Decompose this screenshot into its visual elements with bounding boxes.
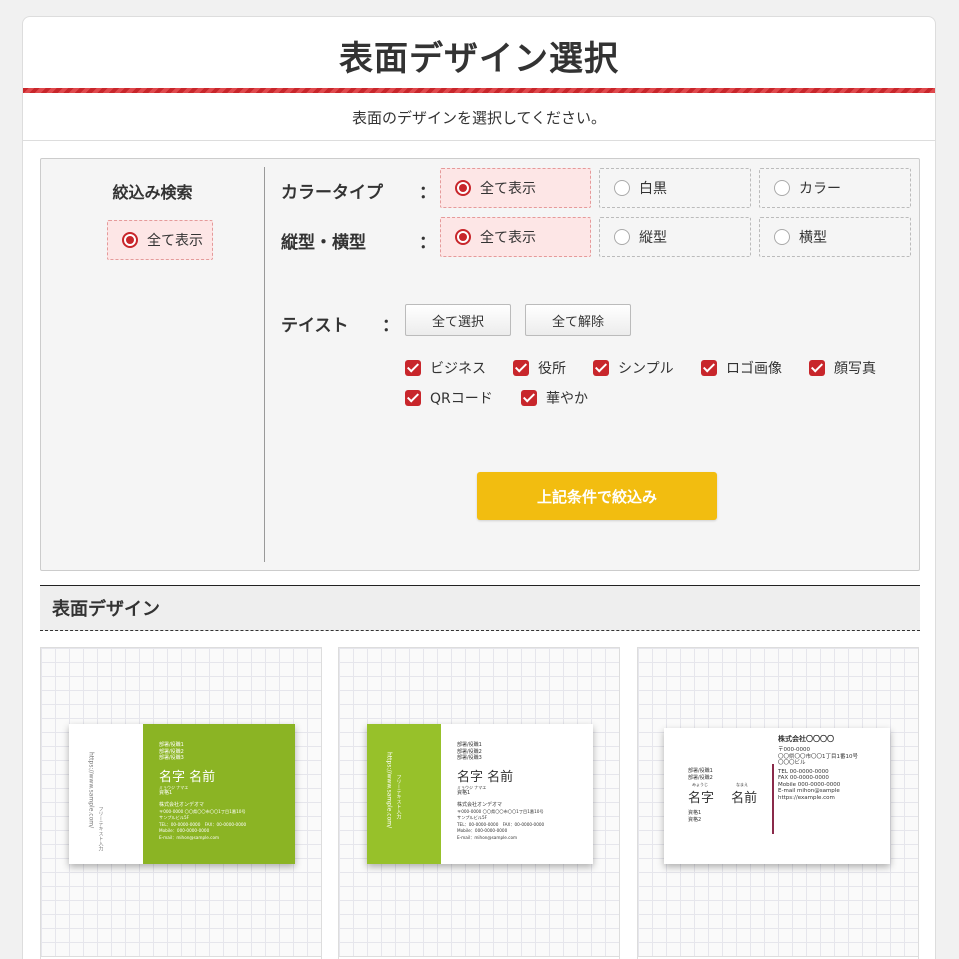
title-underline xyxy=(23,88,935,93)
card-name: 名字 名前 xyxy=(159,769,216,785)
color-type-mono-radio[interactable]: 白黒 xyxy=(599,168,751,208)
radio-unchecked-icon xyxy=(774,229,790,245)
radio-unchecked-icon xyxy=(614,180,630,196)
card-name-sei: 名字 xyxy=(688,791,715,806)
radio-checked-icon xyxy=(455,229,471,245)
card-free-text: フリーテキスト入力 xyxy=(97,806,104,851)
design-select-panel: 表面デザイン選択 表面のデザインを選択してください。 絞込み検索 全て表示 カラ… xyxy=(22,16,936,959)
card-name-mei: 名前 xyxy=(731,791,758,806)
orientation-horizontal-radio[interactable]: 横型 xyxy=(759,217,911,257)
taste-checkbox-logo-image[interactable]: ロゴ画像 xyxy=(701,358,782,378)
taste-checkbox-business[interactable]: ビジネス xyxy=(405,358,486,378)
design-tile-2[interactable]: https://www.sample.com/ フリーテキスト入力 部署/役職1… xyxy=(338,647,620,959)
checkbox-checked-icon xyxy=(593,360,609,376)
taste-label: テイスト xyxy=(281,316,349,336)
orientation-all-radio[interactable]: 全て表示 xyxy=(440,217,591,257)
filter-panel: 絞込み検索 全て表示 カラータイプ ： 全て表示 白黒 カラー 縦型・横型 ： … xyxy=(40,158,920,571)
taste-checkbox-label: ビジネス xyxy=(430,361,486,377)
card-qualification: 資格1 xyxy=(159,789,173,796)
color-type-all-label: 全て表示 xyxy=(480,181,536,197)
color-type-all-radio[interactable]: 全て表示 xyxy=(440,168,591,208)
card-green-panel: 部署/役職1 部署/役職2 部署/役職3 名字 名前 ミョウジ ナマエ 資格1 … xyxy=(143,724,295,864)
taste-checkbox-label: 役所 xyxy=(538,361,566,377)
taste-checkbox-label: QRコード xyxy=(430,391,493,407)
card-url: https://www.sample.com/ xyxy=(385,752,393,829)
checkbox-checked-icon xyxy=(513,360,529,376)
section-heading: 表面デザイン xyxy=(40,585,920,631)
orientation-all-label: 全て表示 xyxy=(480,230,536,246)
orientation-label: 縦型・横型 xyxy=(281,233,366,253)
color-type-label: カラータイプ xyxy=(281,183,383,203)
filter-heading: 絞込み検索 xyxy=(112,183,193,202)
card-title-line: 部署/役職2 xyxy=(688,774,713,781)
taste-checkbox-face-photo[interactable]: 顔写真 xyxy=(809,358,876,378)
orientation-vertical-label: 縦型 xyxy=(639,230,667,246)
business-card-preview: https://www.sample.com/ フリーテキスト入力 部署/役職1… xyxy=(367,724,593,864)
color-type-color-label: カラー xyxy=(799,181,841,197)
taste-checkbox-label: ロゴ画像 xyxy=(726,361,782,377)
taste-checkbox-label: 顔写真 xyxy=(834,361,876,377)
filter-left-column: 絞込み検索 全て表示 xyxy=(41,159,264,570)
filter-show-all-radio[interactable]: 全て表示 xyxy=(107,220,213,260)
page-subtitle: 表面のデザインを選択してください。 xyxy=(351,109,607,127)
filter-divider xyxy=(264,167,265,562)
taste-checkbox-qr-code[interactable]: QRコード xyxy=(405,388,493,408)
taste-checkbox-label: 華やか xyxy=(546,391,588,407)
radio-checked-icon xyxy=(122,232,138,248)
radio-unchecked-icon xyxy=(774,180,790,196)
subtitle-divider xyxy=(23,140,935,141)
taste-checkbox-label: シンプル xyxy=(618,361,674,377)
card-info-line: E-mail：mihon@sample.com xyxy=(159,834,220,840)
card-info-line: 〇〇〇ビル xyxy=(778,760,806,766)
business-card-preview: https://www.sample.com/ フリーテキスト入力 部署/役職1… xyxy=(69,724,295,864)
taste-checkbox-simple[interactable]: シンプル xyxy=(593,358,674,378)
orientation-colon: ： xyxy=(419,233,436,253)
select-all-button[interactable]: 全て選択 xyxy=(405,304,511,336)
apply-filter-button[interactable]: 上記条件で絞込み xyxy=(477,472,717,520)
page-title: 表面デザイン選択 xyxy=(339,39,619,79)
radio-unchecked-icon xyxy=(614,229,630,245)
card-free-text: フリーテキスト入力 xyxy=(395,774,402,819)
checkbox-checked-icon xyxy=(405,360,421,376)
card-title-line: 部署/役職3 xyxy=(159,755,184,761)
color-type-color-radio[interactable]: カラー xyxy=(759,168,911,208)
card-info-line: https://example.com xyxy=(778,794,835,801)
orientation-horizontal-label: 横型 xyxy=(799,230,827,246)
card-url: https://www.sample.com/ xyxy=(87,752,95,829)
business-card-preview: 部署/役職1 部署/役職2 みょうじ 名字 なまえ 名前 資格1 資格2 株式会… xyxy=(664,728,890,864)
checkbox-checked-icon xyxy=(809,360,825,376)
filter-show-all-label: 全て表示 xyxy=(147,233,203,249)
card-qualification: 資格1 xyxy=(457,789,471,796)
card-name: 名字 名前 xyxy=(457,769,514,785)
card-green-band: https://www.sample.com/ フリーテキスト入力 xyxy=(367,724,441,864)
checkbox-checked-icon xyxy=(701,360,717,376)
design-tile-1[interactable]: https://www.sample.com/ フリーテキスト入力 部署/役職1… xyxy=(40,647,322,959)
checkbox-checked-icon xyxy=(521,390,537,406)
card-title-line: 部署/役職3 xyxy=(457,755,482,761)
card-divider xyxy=(772,764,774,834)
clear-all-button[interactable]: 全て解除 xyxy=(525,304,631,336)
taste-checkbox-gorgeous[interactable]: 華やか xyxy=(521,388,588,408)
checkbox-checked-icon xyxy=(405,390,421,406)
taste-colon: ： xyxy=(382,316,399,336)
card-company: 株式会社〇〇〇〇 xyxy=(778,735,834,743)
color-type-colon: ： xyxy=(419,183,436,203)
radio-checked-icon xyxy=(455,180,471,196)
card-furigana-sei: みょうじ xyxy=(692,782,708,787)
card-qualification: 資格2 xyxy=(688,816,702,823)
orientation-vertical-radio[interactable]: 縦型 xyxy=(599,217,751,257)
card-info-line: E-mail：mihon@sample.com xyxy=(457,834,518,840)
color-type-mono-label: 白黒 xyxy=(639,181,667,197)
taste-checkbox-government[interactable]: 役所 xyxy=(513,358,566,378)
design-tile-3[interactable]: 部署/役職1 部署/役職2 みょうじ 名字 なまえ 名前 資格1 資格2 株式会… xyxy=(637,647,919,959)
card-furigana-mei: なまえ xyxy=(736,782,748,787)
